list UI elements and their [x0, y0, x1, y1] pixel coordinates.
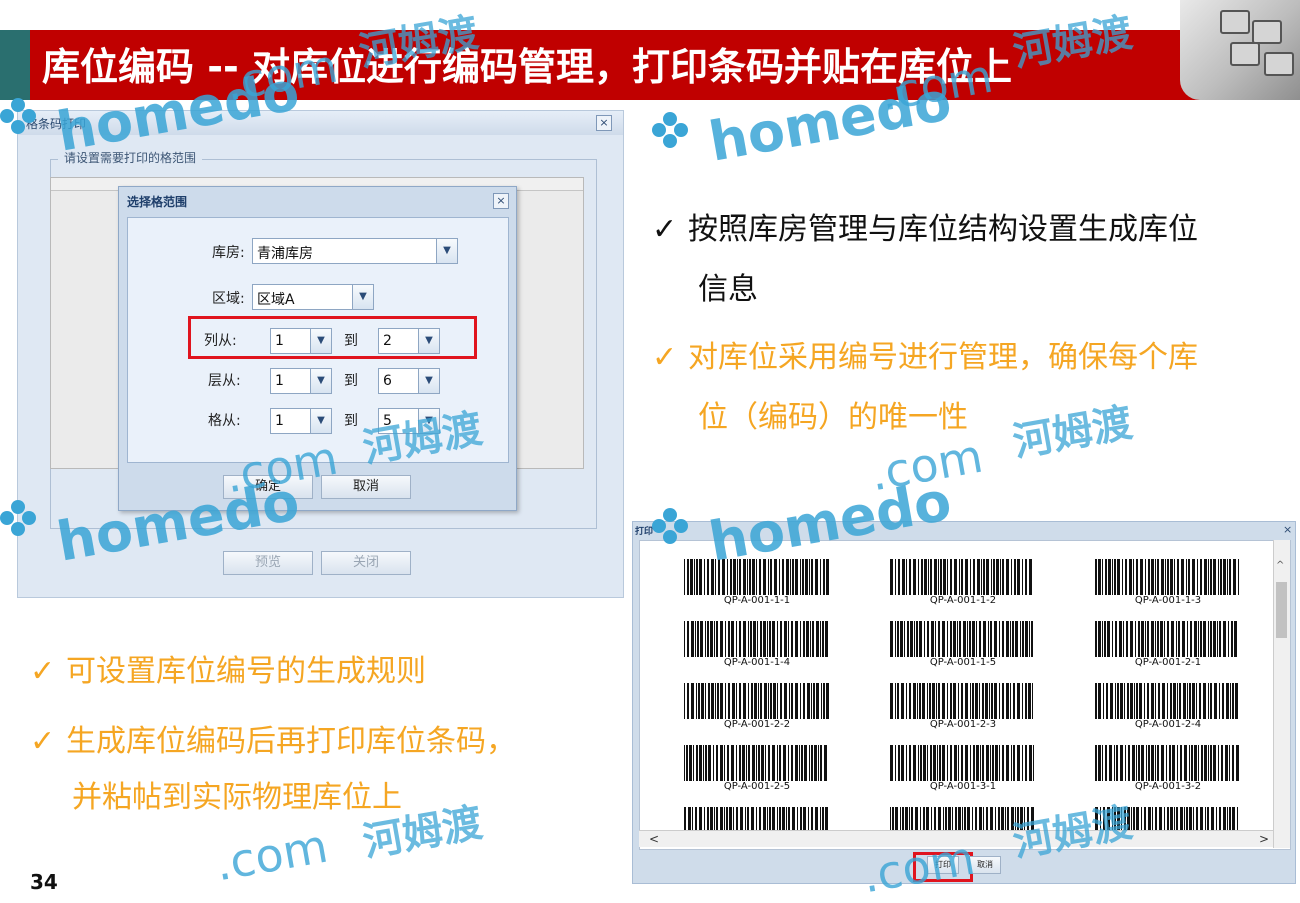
barcode-label: QP-A-001-2-2 — [723, 719, 791, 730]
chevron-down-icon[interactable]: ▼ — [310, 369, 331, 393]
barcode-image — [684, 683, 830, 719]
barcode-image — [890, 621, 1036, 657]
close-button[interactable]: 关闭 — [321, 551, 411, 575]
barcode-image — [1095, 683, 1241, 719]
scroll-thumb[interactable] — [1276, 582, 1287, 638]
bullet-right-1-cont: 信息 — [698, 272, 758, 307]
barcode-image — [890, 559, 1036, 595]
barcode-item: QP-A-001-2-1 — [1095, 621, 1241, 668]
barcode-label: QP-A-001-2-5 — [723, 781, 791, 792]
bullet-right-2: ✓ 对库位采用编号进行管理，确保每个库 — [652, 332, 1198, 376]
barcode-label: QP-A-001-1-2 — [929, 595, 997, 606]
barcode-image — [684, 621, 830, 657]
barcode-label: QP-A-001-1-5 — [929, 657, 997, 668]
warehouse-value: 青浦库房 — [257, 246, 313, 262]
bullet-text: 可设置库位编号的生成规则 — [66, 654, 426, 689]
bullet-left-2-cont: 并粘帖到实际物理库位上 — [72, 780, 402, 815]
area-value: 区域A — [257, 292, 295, 308]
bullet-text: 生成库位编码后再打印库位条码， — [66, 724, 516, 759]
check-icon: ✓ — [30, 724, 56, 759]
to-label: 到 — [344, 373, 358, 389]
layer-to-value: 6 — [383, 373, 392, 389]
vertical-scrollbar[interactable]: ^ — [1273, 540, 1290, 848]
bullet-left-1: ✓ 可设置库位编号的生成规则 — [30, 646, 426, 690]
barcode-preview: QP-A-001-1-1 QP-A-001-1-2 QP-A-001-1-3 QP-A… — [639, 540, 1291, 850]
chevron-down-icon[interactable]: ▼ — [310, 329, 331, 353]
area-select[interactable]: 区域A ▼ — [252, 284, 374, 310]
preview-button[interactable]: 预览 — [223, 551, 313, 575]
chevron-down-icon[interactable]: ▼ — [310, 409, 331, 433]
watermark-com: .com — [866, 428, 987, 502]
cell-label: 格从: — [208, 413, 241, 429]
barcode-label: QP-A-001-2-4 — [1134, 719, 1202, 730]
barcode-item: QP-A-001-2-4 — [1095, 683, 1241, 730]
chevron-down-icon[interactable]: ▼ — [418, 369, 439, 393]
area-label: 区域: — [212, 291, 245, 307]
layer-from-value: 1 — [275, 373, 284, 389]
watermark-cn: 河姆渡 — [1009, 399, 1136, 467]
bullet-right-2-cont: 位（编码）的唯一性 — [698, 400, 968, 435]
check-icon: ✓ — [652, 212, 678, 247]
column-from-select[interactable]: 1 ▼ — [270, 328, 332, 354]
layer-label: 层从: — [208, 373, 241, 389]
column-label: 列从: — [204, 333, 237, 349]
chevron-down-icon[interactable]: ▼ — [352, 285, 373, 309]
barcode-item: QP-A-001-2-3 — [890, 683, 1036, 730]
barcode-item: QP-A-001-1-5 — [890, 621, 1036, 668]
cell-from-select[interactable]: 1 ▼ — [270, 408, 332, 434]
barcode-image — [890, 745, 1036, 781]
cell-from-value: 1 — [275, 413, 284, 429]
barcode-label: QP-A-001-2-1 — [1134, 657, 1202, 668]
bullet-text: 对库位采用编号进行管理，确保每个库 — [688, 340, 1198, 375]
warehouse-label: 库房: — [212, 245, 245, 261]
keyboard-photo — [1180, 0, 1300, 100]
scroll-right-icon[interactable]: > — [1259, 832, 1269, 846]
close-icon[interactable]: × — [596, 115, 612, 131]
barcode-item: QP-A-001-2-2 — [684, 683, 830, 730]
chevron-down-icon[interactable]: ▼ — [418, 329, 439, 353]
chevron-down-icon[interactable]: ▼ — [436, 239, 457, 263]
barcode-label: QP-A-001-1-1 — [723, 595, 791, 606]
column-to-select[interactable]: 2 ▼ — [378, 328, 440, 354]
barcode-label: QP-A-001-2-3 — [929, 719, 997, 730]
check-icon: ✓ — [652, 340, 678, 375]
layer-to-select[interactable]: 6 ▼ — [378, 368, 440, 394]
barcode-item: QP-A-001-2-5 — [684, 745, 830, 792]
bullet-text: 按照库房管理与库位结构设置生成库位 — [688, 212, 1198, 247]
title-accent-bar — [0, 30, 30, 100]
dialog-title: 选择格范围 — [127, 195, 188, 209]
barcode-image — [1095, 559, 1241, 595]
barcode-image — [1095, 621, 1241, 657]
layer-from-select[interactable]: 1 ▼ — [270, 368, 332, 394]
barcode-label: QP-A-001-1-4 — [723, 657, 791, 668]
warehouse-select[interactable]: 青浦库房 ▼ — [252, 238, 458, 264]
to-label: 到 — [344, 333, 358, 349]
barcode-image — [1095, 745, 1241, 781]
close-icon[interactable]: × — [493, 193, 509, 209]
bullet-right-1: ✓ 按照库房管理与库位结构设置生成库位 — [652, 204, 1198, 248]
barcode-item: QP-A-001-3-1 — [890, 745, 1036, 792]
barcode-item: QP-A-001-1-4 — [684, 621, 830, 668]
barcode-item: QP-A-001-3-2 — [1095, 745, 1241, 792]
close-icon[interactable]: × — [1283, 523, 1292, 536]
barcode-item: QP-A-001-1-2 — [890, 559, 1036, 606]
to-label: 到 — [344, 413, 358, 429]
column-to-value: 2 — [383, 333, 392, 349]
print-window-title: 打印 — [635, 527, 654, 537]
scroll-left-icon[interactable]: < — [649, 832, 659, 846]
scroll-up-icon[interactable]: ^ — [1276, 560, 1286, 571]
check-icon: ✓ — [30, 654, 56, 689]
watermark-com: .com — [211, 818, 332, 892]
column-from-value: 1 — [275, 333, 284, 349]
page-number: 34 — [30, 870, 58, 894]
barcode-image — [890, 683, 1036, 719]
bullet-left-2: ✓ 生成库位编码后再打印库位条码， — [30, 716, 516, 760]
barcode-image — [684, 745, 830, 781]
barcode-item: QP-A-001-1-3 — [1095, 559, 1241, 606]
barcode-label: QP-A-001-1-3 — [1134, 595, 1202, 606]
barcode-label: QP-A-001-3-2 — [1134, 781, 1202, 792]
print-window: 打印 × QP-A-001-1-1 QP-A-001-1-2 QP-A-001-1-… — [632, 521, 1296, 884]
barcode-label: QP-A-001-3-1 — [929, 781, 997, 792]
